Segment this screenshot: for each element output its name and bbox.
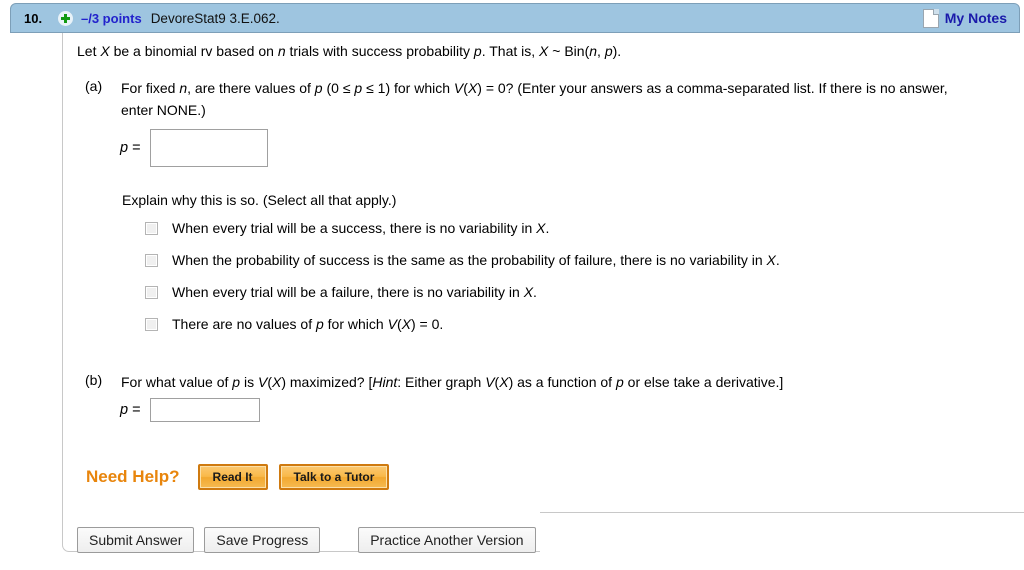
part-a-v4: V xyxy=(453,80,464,96)
question-code: DevoreStat9 3.E.062. xyxy=(150,10,280,26)
choice-4-v1: p xyxy=(315,316,324,332)
part-a-s2: , are there values of xyxy=(187,80,315,96)
part-a-equals: = xyxy=(132,140,141,156)
choice-4-s1: There are no values of xyxy=(172,316,316,332)
footer-divider xyxy=(540,512,1024,513)
talk-to-tutor-button[interactable]: Talk to a Tutor xyxy=(278,464,390,490)
my-notes-label: My Notes xyxy=(944,10,1007,26)
read-it-button[interactable]: Read It xyxy=(197,464,268,490)
practice-another-version-button[interactable]: Practice Another Version xyxy=(358,527,536,553)
part-b-v2: V xyxy=(257,374,268,390)
question-intro: Let X be a binomial rv based on n trials… xyxy=(77,43,621,59)
part-a-s3: (0 ≤ xyxy=(322,80,355,96)
part-a-s4: ≤ 1) for which xyxy=(362,80,454,96)
explain-choice-list: When every trial will be a success, ther… xyxy=(145,220,1005,348)
need-help-row: Need Help? Read It Talk to a Tutor xyxy=(86,464,400,490)
choice-2-v1: X xyxy=(766,252,776,268)
points-label: –/3 points xyxy=(81,10,142,26)
intro-t4: . That is, xyxy=(481,43,540,59)
part-a: (a) For fixed n, are there values of p (0… xyxy=(85,78,1005,121)
part-b-answer-input[interactable] xyxy=(149,398,260,422)
choice-2-label: When the probability of success is the s… xyxy=(172,252,780,268)
choice-4-v2: V xyxy=(387,316,397,332)
choice-4-label: There are no values of p for which V(X) … xyxy=(172,316,443,332)
checkbox-choice-1[interactable] xyxy=(145,222,158,235)
intro-t1: Let xyxy=(77,43,101,59)
part-b-answer-row: p = xyxy=(120,398,260,422)
choice-4-s4: ) = 0. xyxy=(410,316,444,332)
part-b-s5: : Either graph xyxy=(397,374,486,390)
choice-1-s2: . xyxy=(545,220,550,236)
part-b-equals: = xyxy=(132,402,141,418)
footer-button-row: Submit Answer Save Progress Practice Ano… xyxy=(77,527,536,553)
part-b-s1: For what value of xyxy=(121,374,233,390)
choice-2-s2: . xyxy=(775,252,780,268)
part-b-v7: p xyxy=(615,374,624,390)
part-b-s8: or else take a derivative.] xyxy=(623,374,784,390)
checkbox-choice-2[interactable] xyxy=(145,254,158,267)
choice-3-label: When every trial will be a failure, ther… xyxy=(172,284,537,300)
submit-answer-button[interactable]: Submit Answer xyxy=(77,527,195,553)
checkbox-choice-4[interactable] xyxy=(145,318,158,331)
plus-circle-icon[interactable] xyxy=(58,10,73,26)
choice-2-s1: When the probability of success is the s… xyxy=(172,252,767,268)
part-a-label: (a) xyxy=(85,78,103,94)
part-a-answer-input[interactable] xyxy=(149,129,268,167)
choice-4-v3: X xyxy=(401,316,411,332)
part-b: (b) For what value of p is V(X) maximized… xyxy=(85,372,1005,394)
choice-item[interactable]: When the probability of success is the s… xyxy=(145,252,1005,284)
part-b-s2: is xyxy=(240,374,258,390)
my-notes-button[interactable]: My Notes xyxy=(922,8,1007,28)
part-b-variable-p: p xyxy=(120,402,129,418)
choice-4-s2: for which xyxy=(323,316,388,332)
choice-item[interactable]: When every trial will be a success, ther… xyxy=(145,220,1005,252)
choice-1-v1: X xyxy=(536,220,546,236)
part-b-s7: ) as a function of xyxy=(508,374,616,390)
choice-item[interactable]: There are no values of p for which V(X) … xyxy=(145,316,1005,348)
intro-v1: X xyxy=(100,43,110,59)
intro-v4: X xyxy=(539,43,549,59)
intro-v2: n xyxy=(277,43,286,59)
explain-prompt: Explain why this is so. (Select all that… xyxy=(122,192,397,208)
part-a-text: For fixed n, are there values of p (0 ≤ … xyxy=(121,78,981,121)
need-help-label: Need Help? xyxy=(86,467,180,486)
part-b-v3: X xyxy=(271,374,282,390)
choice-3-v1: X xyxy=(523,284,534,300)
question-header-bar: 10. –/3 points DevoreStat9 3.E.062. My N… xyxy=(10,3,1020,33)
assignment-page: 10. –/3 points DevoreStat9 3.E.062. My N… xyxy=(0,0,1024,570)
part-a-s1: For fixed xyxy=(121,80,180,96)
part-a-variable-p: p xyxy=(120,140,129,156)
part-b-hint: Hint xyxy=(372,374,398,390)
choice-3-s1: When every trial will be a failure, ther… xyxy=(172,284,524,300)
intro-t3: trials with success probability xyxy=(285,43,474,59)
question-number: 10. xyxy=(24,10,43,26)
intro-v5: n xyxy=(589,43,598,59)
part-a-answer-variable: p = xyxy=(120,140,141,156)
part-b-s4: ) maximized? [ xyxy=(281,374,373,390)
note-page-icon xyxy=(922,8,939,28)
part-a-v5: X xyxy=(467,80,478,96)
intro-v3: p xyxy=(473,43,482,59)
part-b-answer-variable: p = xyxy=(120,402,141,418)
intro-t2: be a binomial rv based on xyxy=(109,43,278,59)
save-progress-button[interactable]: Save Progress xyxy=(204,527,321,553)
part-b-v6: X xyxy=(499,374,509,390)
choice-1-label: When every trial will be a success, ther… xyxy=(172,220,549,236)
choice-3-s2: . xyxy=(533,284,537,300)
choice-item[interactable]: When every trial will be a failure, ther… xyxy=(145,284,1005,316)
part-a-answer-row: p = xyxy=(120,129,268,167)
choice-1-s1: When every trial will be a success, ther… xyxy=(172,220,537,236)
part-b-v5: V xyxy=(485,374,495,390)
intro-t6: , xyxy=(597,43,605,59)
intro-v6: p xyxy=(604,43,613,59)
part-a-v1: n xyxy=(179,80,188,96)
part-b-v1: p xyxy=(232,374,241,390)
intro-t7: ). xyxy=(612,43,622,59)
part-a-v2: p xyxy=(314,80,323,96)
part-b-text: For what value of p is V(X) maximized? [… xyxy=(121,372,1001,394)
intro-t5: ~ Bin( xyxy=(548,43,590,59)
part-b-label: (b) xyxy=(85,372,103,388)
checkbox-choice-3[interactable] xyxy=(145,286,158,299)
